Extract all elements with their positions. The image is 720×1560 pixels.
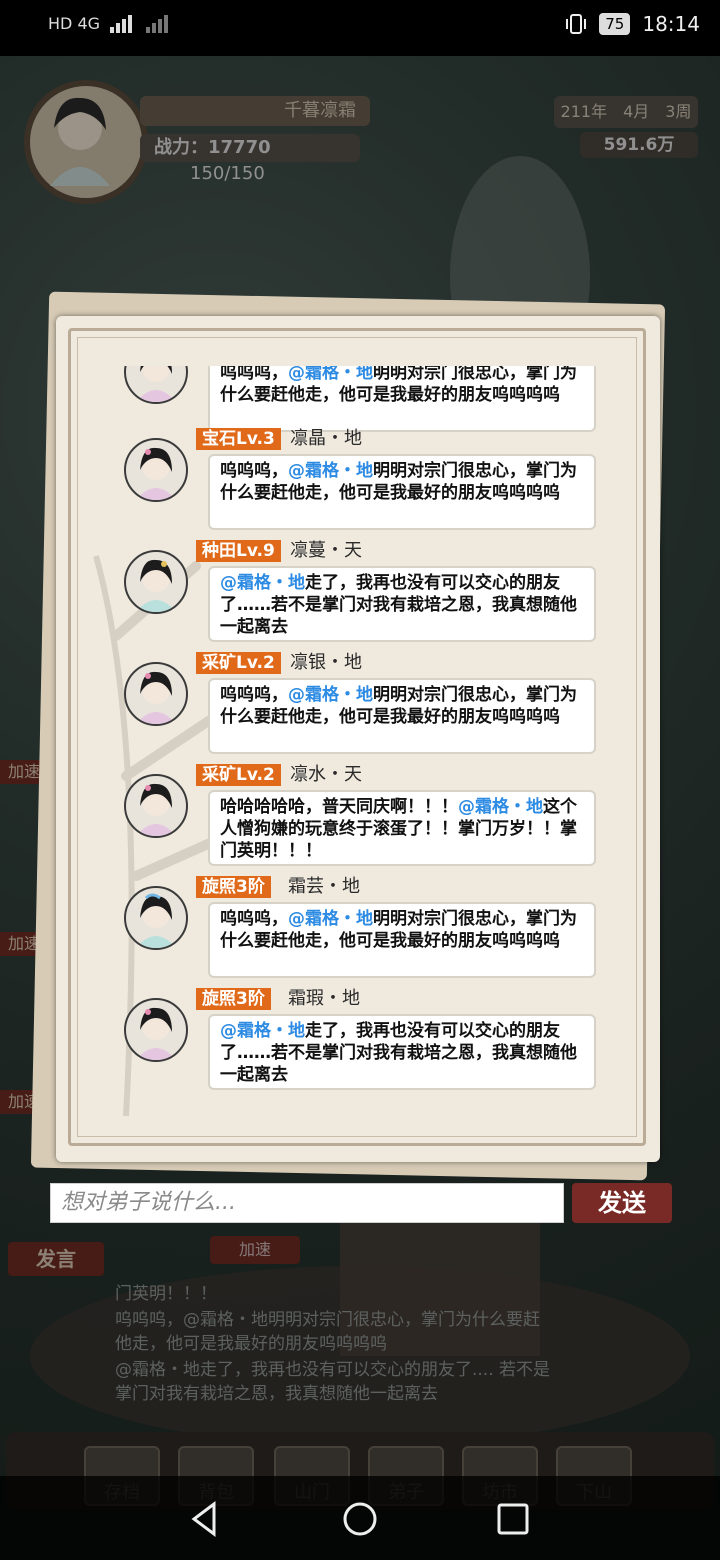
- recents-icon[interactable]: [488, 1494, 538, 1544]
- vibrate-icon: [566, 14, 587, 34]
- disciple-portrait-icon: [136, 447, 176, 500]
- mention-link[interactable]: @霜格・地: [288, 685, 373, 705]
- skill-tag: 旋照3阶: [196, 876, 271, 898]
- chat-message: 宝石Lv.3 凛晶・地 呜呜呜，@霜格・地明明对宗门很忠心，掌门为什么要赶他走，…: [60, 428, 660, 540]
- chat-message: 种田Lv.9 凛蔓・天 @霜格・地走了，我再也没有可以交心的朋友了……若不是掌门…: [60, 540, 660, 652]
- message-bubble: 呜呜呜，@霜格・地明明对宗门很忠心，掌门为什么要赶他走，他可是我最好的朋友呜呜呜…: [208, 902, 596, 978]
- message-bubble: 哈哈哈哈哈，普天同庆啊！！！@霜格・地这个人憎狗嫌的玩意终于滚蛋了！！掌门万岁！…: [208, 790, 596, 866]
- mention-link[interactable]: @霜格・地: [458, 797, 543, 817]
- skill-tag: 采矿Lv.2: [196, 764, 281, 786]
- back-icon[interactable]: [180, 1494, 230, 1544]
- network-indicators: HD 4G: [48, 14, 172, 33]
- send-button[interactable]: 发送: [572, 1183, 672, 1223]
- disciple-avatar[interactable]: [124, 550, 188, 614]
- disciple-avatar[interactable]: [124, 366, 188, 404]
- disciple-avatar[interactable]: [124, 438, 188, 502]
- signal-icon-2: [146, 14, 169, 33]
- disciple-portrait-icon: [136, 1007, 176, 1060]
- message-bubble: @霜格・地走了，我再也没有可以交心的朋友了……若不是掌门对我有栽培之恩，我真想随…: [208, 1014, 596, 1090]
- sender-name: 霜瑕・地: [288, 988, 360, 1009]
- disciple-portrait-icon: [136, 366, 176, 402]
- system-nav-bar: [0, 1476, 720, 1560]
- chat-message: 采矿Lv.2 凛银・地 呜呜呜，@霜格・地明明对宗门很忠心，掌门为什么要赶他走，…: [60, 652, 660, 764]
- disciple-portrait-icon: [136, 559, 176, 612]
- message-bubble: 呜呜呜，@霜格・地明明对宗门很忠心，掌门为什么要赶他走，他可是我最好的朋友呜呜呜…: [208, 678, 596, 754]
- disciple-avatar[interactable]: [124, 774, 188, 838]
- sender-name: 凛蔓・天: [290, 540, 362, 561]
- chat-message-list[interactable]: 呜呜呜，@霜格・地明明对宗门很忠心，掌门为什么要赶他走，他可是我最好的朋友呜呜呜…: [60, 366, 660, 1116]
- skill-tag: 种田Lv.9: [196, 540, 281, 562]
- home-icon[interactable]: [335, 1494, 385, 1544]
- chat-message: 采矿Lv.2 凛水・天 哈哈哈哈哈，普天同庆啊！！！@霜格・地这个人憎狗嫌的玩意…: [60, 764, 660, 876]
- mention-link[interactable]: @霜格・地: [220, 573, 305, 593]
- battery-indicator: 75: [599, 13, 631, 35]
- message-bubble: 呜呜呜，@霜格・地明明对宗门很忠心，掌门为什么要赶他走，他可是我最好的朋友呜呜呜…: [208, 366, 596, 432]
- signal-icon: [110, 14, 133, 33]
- mention-link[interactable]: @霜格・地: [220, 1021, 305, 1041]
- skill-tag: 旋照3阶: [196, 988, 271, 1010]
- disciple-portrait-icon: [136, 783, 176, 836]
- disciple-avatar[interactable]: [124, 998, 188, 1062]
- message-bubble: 呜呜呜，@霜格・地明明对宗门很忠心，掌门为什么要赶他走，他可是我最好的朋友呜呜呜…: [208, 454, 596, 530]
- status-bar: HD 4G 75 18:14: [0, 0, 720, 56]
- network-label: HD 4G: [48, 14, 101, 33]
- sender-name: 霜芸・地: [288, 876, 360, 897]
- message-bubble: @霜格・地走了，我再也没有可以交心的朋友了……若不是掌门对我有栽培之恩，我真想随…: [208, 566, 596, 642]
- skill-tag: 宝石Lv.3: [196, 428, 281, 450]
- chat-message: 旋照3阶 霜瑕・地 @霜格・地走了，我再也没有可以交心的朋友了……若不是掌门对我…: [60, 988, 660, 1100]
- chat-message: 旋照3阶 霜芸・地 呜呜呜，@霜格・地明明对宗门很忠心，掌门为什么要赶他走，他可…: [60, 876, 660, 988]
- sender-name: 凛水・天: [290, 764, 362, 785]
- sender-name: 凛银・地: [290, 652, 362, 673]
- mention-link[interactable]: @霜格・地: [288, 366, 373, 383]
- disciple-portrait-icon: [136, 893, 176, 948]
- mention-link[interactable]: @霜格・地: [288, 909, 373, 929]
- disciple-portrait-icon: [136, 671, 176, 724]
- disciple-avatar[interactable]: [124, 886, 188, 950]
- sender-name: 凛晶・地: [290, 428, 362, 449]
- disciple-avatar[interactable]: [124, 662, 188, 726]
- clock: 18:14: [642, 12, 700, 36]
- status-right: 75 18:14: [565, 12, 700, 36]
- message-input[interactable]: 想对弟子说什么...: [50, 1183, 564, 1223]
- mention-link[interactable]: @霜格・地: [288, 461, 373, 481]
- skill-tag: 采矿Lv.2: [196, 652, 281, 674]
